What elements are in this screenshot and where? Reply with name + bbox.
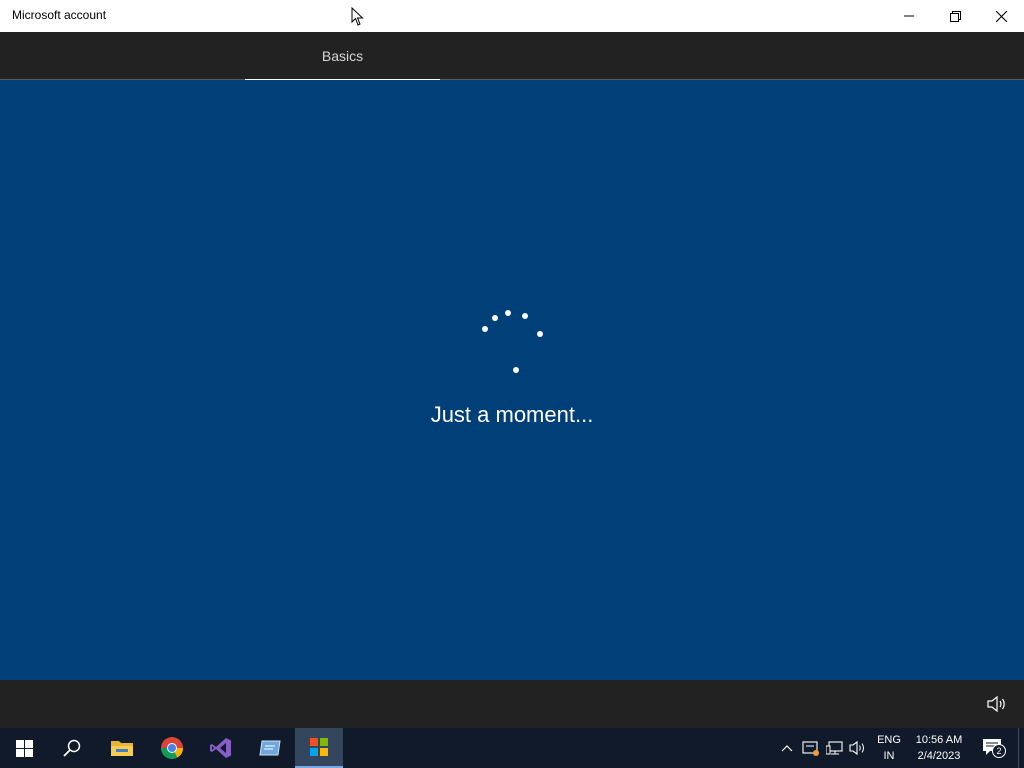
store-button[interactable] bbox=[295, 728, 343, 768]
spinner-dot bbox=[492, 315, 498, 321]
window-title: Microsoft account bbox=[12, 8, 107, 22]
tab-bar: Basics bbox=[0, 32, 1024, 81]
clock-date: 2/4/2023 bbox=[917, 750, 961, 762]
language-region: IN bbox=[883, 750, 895, 762]
close-icon bbox=[995, 10, 1007, 22]
start-button[interactable] bbox=[0, 728, 48, 768]
bottom-bar bbox=[0, 680, 1024, 728]
notification-count-badge: 2 bbox=[992, 744, 1006, 758]
input-language-indicator[interactable]: ENG IN bbox=[874, 732, 904, 764]
folder-icon bbox=[111, 741, 133, 756]
windows-logo-icon bbox=[15, 739, 33, 757]
loading-spinner bbox=[478, 292, 548, 373]
chrome-button[interactable] bbox=[148, 728, 196, 768]
spinner-dot bbox=[522, 313, 528, 319]
main-content: Just a moment... bbox=[0, 80, 1024, 680]
app-button[interactable] bbox=[246, 728, 294, 768]
mouse-cursor-icon bbox=[351, 7, 364, 26]
file-explorer-button[interactable] bbox=[98, 728, 146, 768]
restore-button[interactable] bbox=[932, 0, 978, 32]
search-icon bbox=[63, 739, 81, 757]
search-button[interactable] bbox=[48, 728, 96, 768]
spinner-dot bbox=[505, 310, 511, 316]
tab-basics[interactable]: Basics bbox=[245, 32, 440, 81]
action-center-button[interactable]: 2 bbox=[978, 736, 1006, 760]
spinner-dot bbox=[513, 367, 519, 373]
minimize-icon bbox=[904, 15, 914, 17]
volume-icon bbox=[849, 740, 864, 756]
title-bar: Microsoft account bbox=[0, 0, 1024, 32]
network-icon bbox=[826, 741, 843, 755]
chevron-up-icon bbox=[781, 745, 793, 752]
clock-time: 10:56 AM bbox=[915, 734, 963, 746]
show-hidden-icons-button[interactable] bbox=[777, 738, 797, 758]
spinner-dot bbox=[482, 326, 488, 332]
defender-icon bbox=[802, 741, 819, 756]
visual-studio-icon bbox=[210, 738, 231, 758]
restore-icon bbox=[949, 10, 961, 22]
app-icon bbox=[259, 740, 281, 756]
network-tray-button[interactable] bbox=[825, 738, 845, 758]
spinner-dot bbox=[537, 331, 543, 337]
minimize-button[interactable] bbox=[886, 0, 932, 32]
language-code: ENG bbox=[877, 734, 901, 746]
store-icon bbox=[310, 738, 328, 756]
taskbar: ENG IN 10:56 AM 2/4/2023 2 bbox=[0, 728, 1024, 768]
close-button[interactable] bbox=[978, 0, 1024, 32]
loading-message: Just a moment... bbox=[430, 402, 594, 427]
clock[interactable]: 10:56 AM 2/4/2023 bbox=[908, 732, 970, 764]
tab-label: Basics bbox=[321, 48, 364, 64]
security-tray-button[interactable] bbox=[801, 738, 821, 758]
show-desktop-button[interactable] bbox=[1018, 728, 1024, 768]
volume-icon[interactable] bbox=[986, 694, 1008, 714]
visual-studio-button[interactable] bbox=[197, 728, 245, 768]
volume-tray-button[interactable] bbox=[848, 738, 868, 758]
chrome-icon bbox=[161, 737, 183, 759]
